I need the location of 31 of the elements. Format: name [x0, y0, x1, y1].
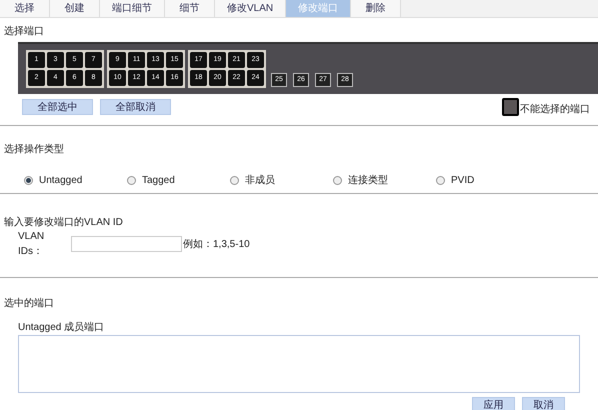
radio-label: Tagged	[142, 174, 175, 188]
field-label: VLAN IDs：	[18, 230, 46, 259]
tab[interactable]: 选择	[0, 0, 50, 17]
list-label: Untagged 成员端口	[18, 322, 104, 334]
tab[interactable]: 细节	[165, 0, 215, 17]
action-button[interactable]: 应用	[472, 397, 515, 410]
vlan-id-field[interactable]	[71, 236, 182, 252]
tab[interactable]: 删除	[351, 0, 402, 17]
legend-label: 不能选择的端口	[520, 104, 590, 116]
unselectable-port-swatch-icon	[502, 98, 519, 116]
section-title: 选中的端口	[4, 297, 55, 311]
radio-label: 连接类型	[348, 174, 388, 188]
radio-button[interactable]	[230, 176, 239, 184]
radio-label: 非成员	[245, 174, 275, 188]
radio-button[interactable]	[24, 176, 33, 184]
select-button[interactable]: 全部取消	[100, 99, 171, 115]
tab[interactable]: 端口细节	[100, 0, 165, 17]
tab[interactable]: 创建	[50, 0, 100, 17]
section-title: 输入要修改端口的VLAN ID	[4, 216, 124, 230]
radio-label: PVID	[451, 174, 474, 188]
radio-button[interactable]	[436, 176, 445, 184]
example-hint: 例如：1,3,5-10	[183, 238, 250, 252]
radio-button[interactable]	[333, 176, 342, 184]
member-ports-box[interactable]	[18, 335, 580, 393]
section-title: 选择端口	[4, 25, 45, 39]
radio-label: Untagged	[39, 174, 82, 188]
action-button[interactable]: 取消	[522, 397, 565, 410]
radio-button[interactable]	[127, 176, 136, 184]
select-button[interactable]: 全部选中	[22, 99, 93, 115]
section-title: 选择操作类型	[4, 143, 65, 157]
tab[interactable]: 修改VLAN	[215, 0, 286, 17]
